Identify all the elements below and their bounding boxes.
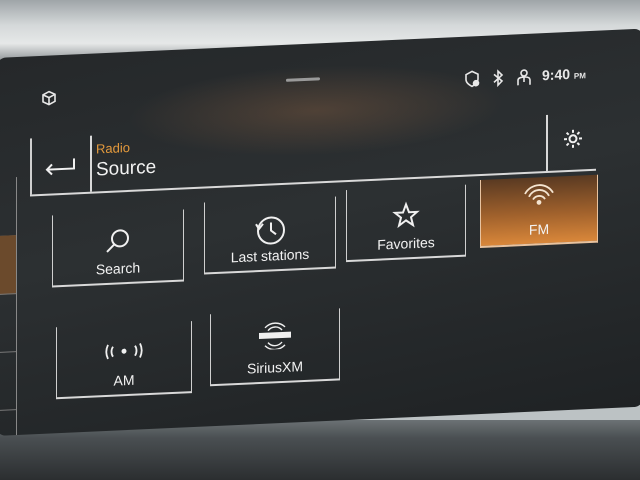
source-tile-am[interactable]: AM [56, 321, 192, 400]
gear-icon [564, 129, 582, 148]
settings-button[interactable] [546, 112, 596, 172]
source-label: FM [528, 220, 550, 238]
source-tile-fm[interactable]: FM [480, 174, 598, 249]
fm-signal-icon [524, 184, 554, 205]
infotainment-screen: 9:40 PM Radio Source Search Last station… [0, 28, 640, 436]
source-label: SiriusXM [246, 358, 303, 377]
left-menu-slot-active[interactable] [0, 235, 16, 295]
location-shield-icon [465, 70, 480, 88]
left-edge-menu [0, 177, 17, 436]
driver-profile-icon [517, 69, 531, 86]
back-button[interactable] [30, 135, 92, 195]
header-subtitle: Radio [96, 139, 130, 157]
source-tile-search[interactable]: Search [52, 209, 184, 288]
source-label: Search [95, 259, 141, 278]
am-signal-icon [105, 343, 143, 360]
source-tile-last-stations[interactable]: Last stations [204, 196, 336, 275]
pull-down-handle[interactable] [286, 77, 320, 82]
clock: 9:40 PM [542, 65, 586, 84]
bluetooth-icon [493, 69, 504, 88]
source-label: AM [113, 371, 135, 389]
left-menu-slot[interactable] [0, 351, 16, 411]
siriusxm-logo-icon [259, 322, 291, 351]
search-icon [106, 229, 129, 253]
source-label: Favorites [377, 234, 435, 253]
history-clock-icon [255, 216, 285, 245]
page-title: Source [96, 156, 157, 181]
left-menu-slot[interactable] [0, 177, 16, 237]
star-icon [392, 201, 420, 229]
back-arrow-icon [45, 158, 75, 176]
source-tile-siriusxm[interactable]: SiriusXM [210, 308, 340, 387]
source-tile-favorites[interactable]: Favorites [346, 184, 466, 263]
left-menu-slot[interactable] [0, 293, 16, 353]
vehicle-cube-icon[interactable] [40, 89, 58, 113]
